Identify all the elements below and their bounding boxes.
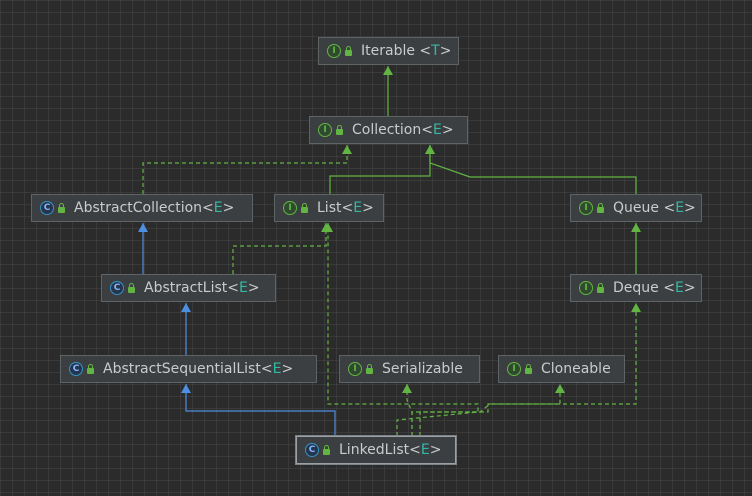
edge-line bbox=[185, 384, 336, 436]
public-lock-icon bbox=[128, 283, 135, 293]
edge-abstract-sequential-list-to-abstract-list bbox=[181, 303, 191, 355]
node-name: Collection bbox=[352, 122, 422, 138]
arrow-head bbox=[138, 223, 148, 232]
type-bracket-close: > bbox=[683, 280, 696, 296]
edge-line bbox=[411, 384, 561, 436]
type-parameter: E bbox=[353, 200, 363, 216]
node-name: AbstractSequentialList bbox=[103, 361, 261, 377]
node-linked-list[interactable]: C LinkedList < E > bbox=[296, 436, 456, 464]
node-name: Serializable bbox=[382, 361, 463, 377]
arrow-head bbox=[631, 303, 641, 312]
edge-linked-list-to-abstract-sequential-list bbox=[181, 384, 336, 436]
public-lock-icon bbox=[87, 364, 94, 374]
public-lock-icon bbox=[525, 364, 532, 374]
edge-abstract-collection-to-collection bbox=[142, 145, 352, 194]
node-cloneable[interactable]: I Cloneable bbox=[498, 355, 625, 383]
public-lock-icon bbox=[323, 445, 330, 455]
edge-collection-to-iterable bbox=[383, 66, 393, 116]
interface-icon: I bbox=[579, 201, 593, 215]
class-icon: C bbox=[69, 362, 83, 376]
node-name: List bbox=[317, 200, 342, 216]
node-name: LinkedList bbox=[339, 442, 410, 458]
node-name: AbstractCollection bbox=[74, 200, 203, 216]
arrow-head bbox=[342, 145, 352, 154]
type-bracket-open: < bbox=[421, 122, 433, 138]
arrow-head bbox=[402, 384, 412, 393]
type-bracket-open: < bbox=[227, 280, 239, 296]
arrow-head bbox=[383, 66, 393, 75]
type-bracket-close: > bbox=[684, 200, 696, 216]
public-lock-icon bbox=[597, 203, 604, 213]
edge-line bbox=[232, 223, 327, 274]
edge-line bbox=[142, 145, 348, 194]
edge-deque-to-queue bbox=[631, 223, 641, 274]
type-parameter: E bbox=[420, 442, 430, 458]
edge-abstract-list-to-abstract-collection bbox=[138, 223, 148, 274]
type-bracket-close: > bbox=[439, 43, 452, 59]
type-bracket-open: < bbox=[202, 200, 214, 216]
type-bracket-open: < bbox=[341, 200, 354, 216]
node-name: Queue bbox=[613, 200, 659, 216]
type-bracket-open: < bbox=[414, 43, 432, 59]
public-lock-icon bbox=[58, 203, 65, 213]
type-parameter: E bbox=[272, 361, 282, 377]
type-parameter: E bbox=[213, 200, 223, 216]
type-parameter: E bbox=[238, 280, 248, 296]
public-lock-icon bbox=[597, 283, 604, 293]
interface-icon: I bbox=[318, 123, 332, 137]
node-queue[interactable]: I Queue < E > bbox=[570, 194, 702, 222]
arrow-head bbox=[555, 384, 565, 393]
class-icon: C bbox=[305, 443, 319, 457]
public-lock-icon bbox=[336, 125, 343, 135]
edges-layer bbox=[138, 66, 641, 436]
node-serializable[interactable]: I Serializable bbox=[339, 355, 480, 383]
interface-icon: I bbox=[283, 201, 297, 215]
edge-linked-list-to-list bbox=[323, 223, 479, 436]
edge-line bbox=[429, 145, 637, 194]
type-bracket-open: < bbox=[659, 200, 676, 216]
type-bracket-close: > bbox=[222, 200, 235, 216]
node-list[interactable]: I List < E > bbox=[274, 194, 384, 222]
edge-abstract-list-to-list bbox=[232, 223, 331, 274]
interface-icon: I bbox=[348, 362, 362, 376]
node-abstract-collection[interactable]: C AbstractCollection < E > bbox=[31, 194, 253, 222]
node-abstract-list[interactable]: C AbstractList < E > bbox=[101, 274, 276, 302]
public-lock-icon bbox=[345, 46, 352, 56]
interface-icon: I bbox=[327, 44, 341, 58]
edge-queue-to-collection bbox=[425, 145, 637, 194]
interface-icon: I bbox=[507, 362, 521, 376]
class-icon: C bbox=[110, 281, 124, 295]
type-bracket-close: > bbox=[281, 361, 294, 377]
type-parameter: E bbox=[674, 280, 684, 296]
class-icon: C bbox=[40, 201, 54, 215]
arrow-head bbox=[181, 303, 191, 312]
edge-line bbox=[327, 223, 479, 436]
node-collection[interactable]: I Collection < E > bbox=[309, 116, 468, 144]
type-parameter: T bbox=[431, 43, 440, 59]
public-lock-icon bbox=[301, 203, 308, 213]
public-lock-icon bbox=[366, 364, 373, 374]
node-iterable[interactable]: I Iterable < T > bbox=[318, 37, 459, 65]
type-bracket-close: > bbox=[441, 122, 454, 138]
node-deque[interactable]: I Deque < E > bbox=[570, 274, 702, 302]
edge-linked-list-to-serializable bbox=[402, 384, 413, 436]
type-bracket-open: < bbox=[409, 442, 421, 458]
node-name: AbstractList bbox=[144, 280, 228, 296]
type-bracket-close: > bbox=[247, 280, 260, 296]
arrow-head bbox=[425, 145, 435, 154]
uml-diagram-canvas[interactable]: I Iterable < T > I Collection < E > C AbstractColl… bbox=[0, 0, 752, 496]
interface-icon: I bbox=[579, 281, 593, 295]
type-bracket-open: < bbox=[260, 361, 273, 377]
type-bracket-close: > bbox=[362, 200, 374, 216]
node-abstract-sequential-list[interactable]: C AbstractSequentialList < E > bbox=[60, 355, 317, 383]
arrow-head bbox=[631, 223, 641, 232]
type-bracket-close: > bbox=[429, 442, 442, 458]
arrow-head bbox=[181, 384, 191, 393]
type-parameter: E bbox=[432, 122, 442, 138]
node-name: Iterable bbox=[361, 43, 415, 59]
type-bracket-open: < bbox=[658, 280, 675, 296]
type-parameter: E bbox=[675, 200, 685, 216]
node-name: Deque bbox=[613, 280, 659, 296]
node-name: Cloneable bbox=[541, 361, 611, 377]
